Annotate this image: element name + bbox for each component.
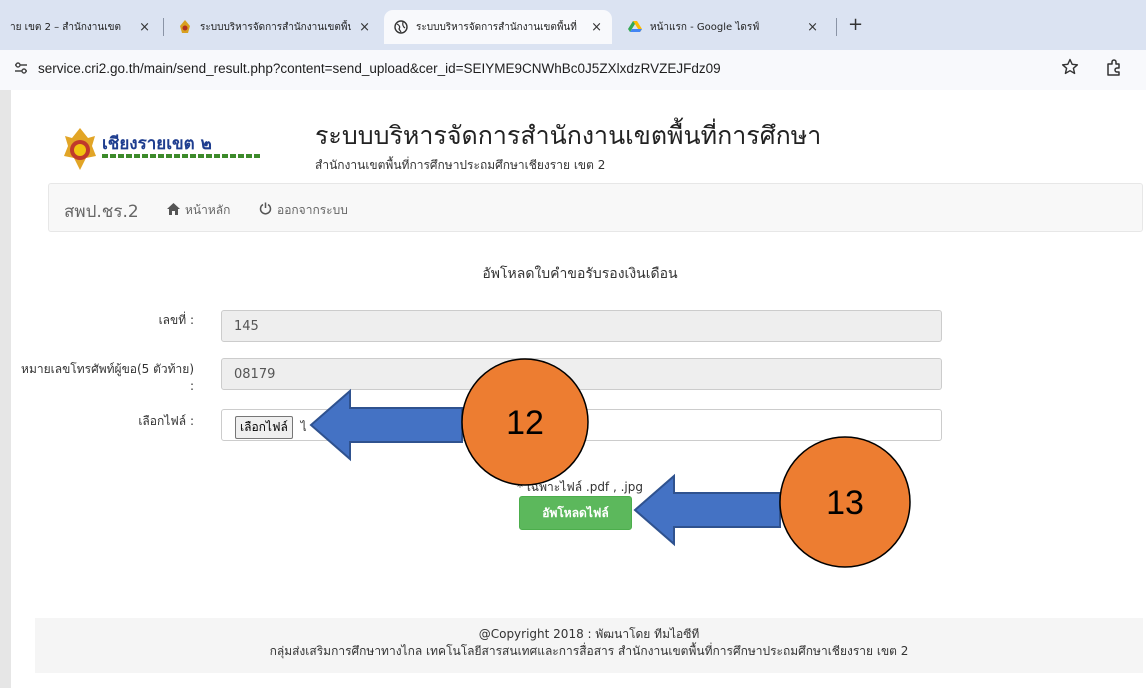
bookmark-star-icon[interactable] — [1061, 58, 1079, 81]
logo-subtitle-strip — [102, 154, 262, 158]
page-footer: @Copyright 2018 : พัฒนาโดย ทีมไอซีที กลุ… — [35, 618, 1143, 673]
browser-tab-bar: าย เขต 2 – สำนักงานเขต × ระบบบริหารจัดกา… — [0, 0, 1146, 50]
google-drive-icon — [628, 20, 642, 34]
browser-tab-1[interactable]: าย เขต 2 – สำนักงานเขต × — [0, 10, 160, 44]
extensions-icon[interactable] — [1106, 59, 1122, 82]
url-field[interactable]: service.cri2.go.th/main/send_result.php?… — [38, 61, 721, 76]
site-settings-icon[interactable] — [14, 62, 28, 77]
upload-file-button[interactable]: อัพโหลดไฟล์ — [519, 496, 632, 530]
navbar-brand[interactable]: สพป.ชร.2 — [64, 198, 139, 225]
footer-organization: กลุ่มส่งเสริมการศึกษาทางไกล เทคโนโลยีสาร… — [269, 644, 909, 658]
tab-title: ระบบบริหารจัดการสำนักงานเขตพื้นที่ — [200, 21, 352, 33]
form-heading: อัพโหลดใบคำขอรับรองเงินเดือน — [482, 266, 678, 282]
nav-home-label: หน้าหลัก — [185, 203, 231, 217]
file-status: ไ — [300, 420, 307, 434]
number-label: เลขที่ : — [158, 313, 194, 327]
close-icon[interactable]: × — [591, 20, 602, 35]
browser-tab-2[interactable]: ระบบบริหารจัดการสำนักงานเขตพื้นที่ × — [168, 10, 380, 44]
file-type-note: * เฉพาะไฟล์ .pdf , .jpg — [517, 480, 643, 494]
phone-label: หมายเลขโทรศัพท์ผู้ขอ(5 ตัวท้าย) : — [21, 362, 194, 393]
close-icon[interactable]: × — [807, 20, 818, 35]
new-tab-button[interactable]: + — [848, 14, 863, 35]
main-navbar: สพป.ชร.2 หน้าหลัก ออกจากระบบ — [48, 183, 1143, 232]
address-bar: service.cri2.go.th/main/send_result.php?… — [0, 50, 1146, 90]
phone-field[interactable]: 08179 — [221, 358, 942, 390]
tab-separator — [163, 18, 164, 36]
logo-title: เชียงรายเขต ๒ — [102, 134, 212, 154]
school-seal-icon — [64, 128, 96, 170]
site-title: ระบบบริหารจัดการสำนักงานเขตพื้นที่การศึก… — [315, 121, 822, 150]
school-seal-icon — [178, 20, 192, 34]
browser-tab-4[interactable]: หน้าแรก - Google ไดรฟ์ × — [618, 10, 828, 44]
site-subtitle: สำนักงานเขตพื้นที่การศึกษาประถมศึกษาเชีย… — [315, 158, 606, 172]
close-icon[interactable]: × — [139, 20, 150, 35]
globe-icon — [394, 20, 408, 34]
footer-copyright: @Copyright 2018 : พัฒนาโดย ทีมไอซีที — [478, 627, 700, 641]
tab-title: าย เขต 2 – สำนักงานเขต — [10, 21, 121, 33]
power-icon — [259, 202, 272, 219]
nav-logout-link[interactable]: ออกจากระบบ — [259, 201, 348, 220]
scroll-gutter — [0, 90, 11, 688]
tab-title: หน้าแรก - Google ไดรฟ์ — [650, 21, 760, 33]
tab-title: ระบบบริหารจัดการสำนักงานเขตพื้นที่ — [416, 21, 577, 33]
nav-logout-label: ออกจากระบบ — [277, 203, 348, 217]
site-logo[interactable]: เชียงรายเขต ๒ — [62, 128, 266, 172]
number-field[interactable]: 145 — [221, 310, 942, 342]
tutorial-annotations: 12 13 — [309, 358, 911, 568]
choose-file-button[interactable]: เลือกไฟล์ — [235, 416, 293, 439]
nav-home-link[interactable]: หน้าหลัก — [167, 201, 230, 220]
file-label: เลือกไฟล์ : — [138, 414, 194, 428]
browser-tab-3[interactable]: ระบบบริหารจัดการสำนักงานเขตพื้นที่ × — [384, 10, 612, 44]
file-input[interactable]: เลือกไฟล์ ไ — [221, 409, 942, 441]
annotation-circle-13 — [779, 436, 911, 568]
close-icon[interactable]: × — [359, 20, 370, 35]
home-icon — [167, 202, 180, 219]
tab-separator — [836, 18, 837, 36]
